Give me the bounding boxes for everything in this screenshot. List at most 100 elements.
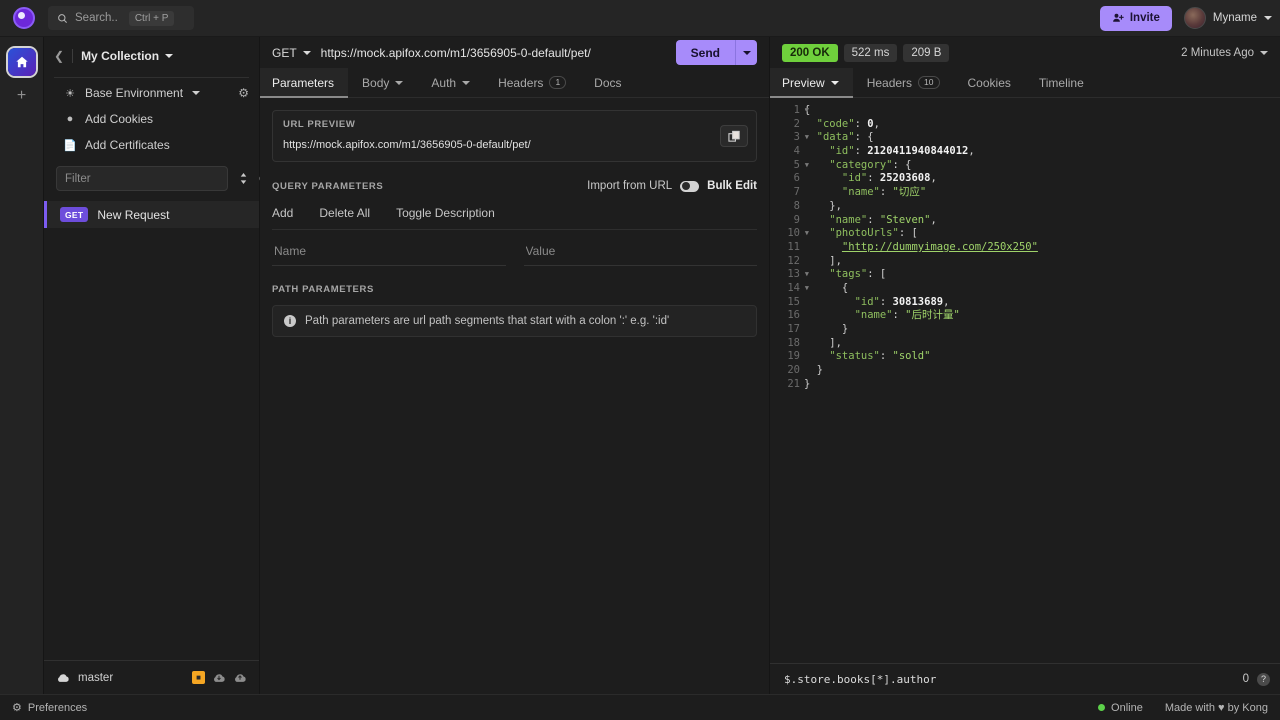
code-token: "id" [804,172,867,184]
tab-parameters[interactable]: Parameters [260,68,348,97]
path-parameters-header: PATH PARAMETERS [272,284,757,295]
request-name: New Request [97,208,169,222]
tab-timeline[interactable]: Timeline [1025,68,1098,97]
code-token: "category" [804,159,893,171]
line-number: 10▼ [770,227,800,241]
query-parameters-header: QUERY PARAMETERS Import from URL Bulk Ed… [272,180,757,192]
fold-arrow-icon[interactable]: ▼ [805,104,809,118]
bulk-edit-toggle[interactable] [680,181,699,192]
sort-icon[interactable] [238,172,249,185]
parameter-name-input[interactable] [272,238,506,266]
tab-label: Parameters [272,76,334,90]
branch-name: master [78,672,113,684]
tab-cookies[interactable]: Cookies [954,68,1025,97]
response-body-viewer[interactable]: 1▼23▼45▼678910▼111213▼14▼15161718192021 … [770,98,1280,663]
url-preview-label: URL PREVIEW [283,119,746,130]
code-token: : [880,296,893,308]
code-token: : [ [899,227,918,239]
invite-button[interactable]: Invite [1100,6,1172,31]
search-input[interactable]: Search.. Ctrl + P [48,6,194,30]
code-line: } [804,323,1280,337]
code-token: 2120411940844012 [867,145,968,157]
rail-home-button[interactable] [8,48,36,76]
user-plus-icon [1112,12,1124,24]
code-token: : [855,145,868,157]
line-number: 4 [770,145,800,159]
tab-body[interactable]: Body [348,68,417,97]
url-preview-box: URL PREVIEW https://mock.apifox.com/m1/3… [272,110,757,162]
preferences-label: Preferences [28,702,87,714]
add-parameter-button[interactable]: Add [272,206,293,220]
send-button[interactable]: Send [676,40,735,65]
method-selector[interactable]: GET [272,46,311,60]
environment-gear-icon[interactable]: ⚙ [238,86,249,100]
url-input[interactable]: https://mock.apifox.com/m1/3656905-0-def… [311,46,676,60]
json-filter-input[interactable]: $.store.books[*].author [784,673,1235,686]
code-line: } [804,364,1280,378]
filter-input[interactable] [56,166,228,191]
fold-arrow-icon[interactable]: ▼ [805,131,809,145]
json-filter-count: 0 [1243,673,1249,685]
url-bar: GET https://mock.apifox.com/m1/3656905-0… [260,37,769,68]
list-item[interactable]: GET New Request [44,201,259,228]
collection-title[interactable]: My Collection [81,49,173,63]
cube-icon[interactable]: ■ [192,671,205,684]
cloud-download-icon[interactable] [212,672,226,683]
tab-preview[interactable]: Preview [770,68,853,97]
code-token: } [804,378,810,390]
bulk-edit-label[interactable]: Bulk Edit [707,180,757,192]
code-token: "切应" [893,186,927,198]
json-filter-bar: $.store.books[*].author 0 ? [770,663,1280,694]
code-token: "后时计量" [905,309,960,321]
app-body: + ❮ My Collection ☀ Base Environment ⚙ ● [0,37,1280,694]
line-number: 1▼ [770,104,800,118]
line-number: 3▼ [770,131,800,145]
url-preview-value: https://mock.apifox.com/m1/3656905-0-def… [283,139,746,151]
rail-add-button[interactable]: + [17,88,26,104]
search-shortcut: Ctrl + P [129,11,175,26]
globe-icon: ☀ [64,87,76,100]
tab-label: Docs [594,76,621,90]
line-number: 8 [770,200,800,214]
tab-docs[interactable]: Docs [580,68,635,97]
sidebar-item-add-cookies[interactable]: ● Add Cookies [44,106,259,132]
line-number: 6 [770,172,800,186]
fold-arrow-icon[interactable]: ▼ [805,282,809,296]
line-number: 2 [770,118,800,132]
gear-icon: ⚙ [12,701,22,714]
tab-headers[interactable]: Headers 1 [484,68,580,97]
send-options-button[interactable] [735,40,757,65]
made-with-label: Made with ♥ by Kong [1165,702,1268,714]
collection-title-label: My Collection [81,49,159,63]
fold-arrow-icon[interactable]: ▼ [805,159,809,173]
toggle-description-button[interactable]: Toggle Description [396,206,495,220]
back-chevron-icon[interactable]: ❮ [54,49,64,63]
import-from-url-button[interactable]: Import from URL [587,180,672,192]
tab-label: Preview [782,76,825,90]
tab-response-headers[interactable]: Headers 10 [853,68,954,97]
code-token: 25203608 [880,172,931,184]
fold-arrow-icon[interactable]: ▼ [805,268,809,282]
tab-label: Headers [498,76,543,90]
sidebar-item-base-environment[interactable]: ☀ Base Environment ⚙ [44,80,259,106]
sidebar-item-add-certificates[interactable]: 📄 Add Certificates [44,132,259,158]
tab-auth[interactable]: Auth [417,68,484,97]
code-line: "category": { [804,159,1280,173]
headers-count-badge: 1 [549,76,566,90]
preferences-button[interactable]: ⚙ Preferences [12,701,87,714]
copy-url-button[interactable] [720,125,748,147]
response-timestamp[interactable]: 2 Minutes Ago [1181,47,1268,59]
code-token: : [855,118,868,130]
code-token: "name" [804,214,867,226]
account-menu[interactable]: Myname [1184,7,1272,29]
copy-icon [728,130,741,143]
fold-arrow-icon[interactable]: ▼ [805,227,809,241]
app-logo-wrap [6,7,42,29]
parameter-value-input[interactable] [524,238,758,266]
help-icon[interactable]: ? [1257,673,1270,686]
cloud-upload-icon[interactable] [233,672,247,683]
code-token: : [867,172,880,184]
delete-all-parameters-button[interactable]: Delete All [319,206,370,220]
code-token: : [880,186,893,198]
code-line: "photoUrls": [ [804,227,1280,241]
